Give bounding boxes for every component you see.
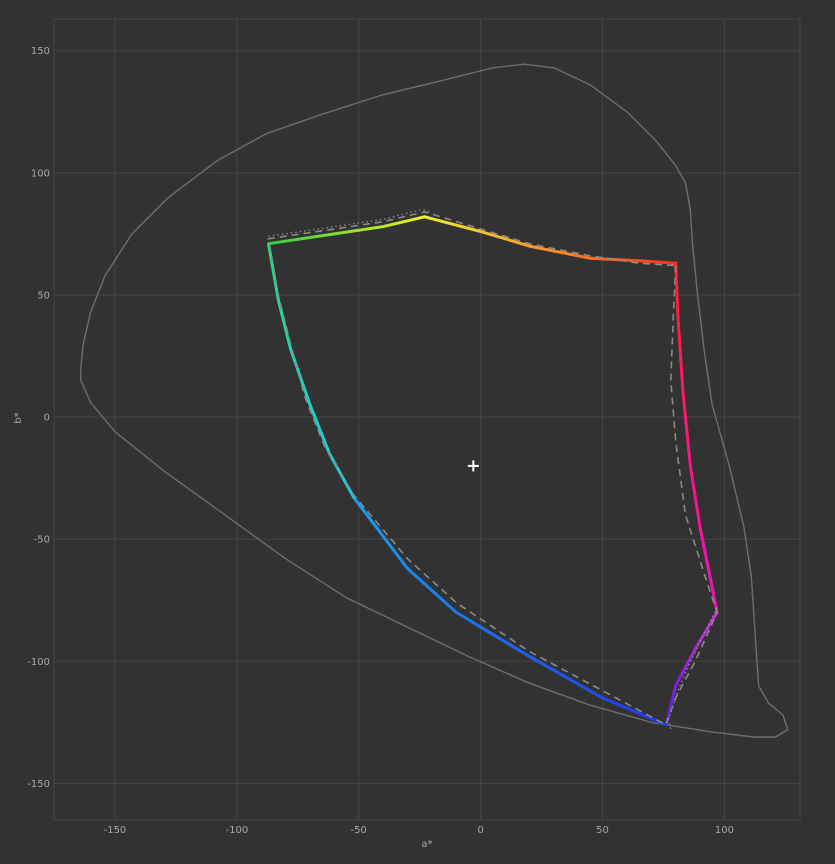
gamut-edge-segment — [267, 215, 427, 246]
y-tick-label: 50 — [37, 290, 50, 301]
x-tick-label: -150 — [104, 825, 127, 836]
x-tick-label: 100 — [715, 825, 734, 836]
y-axis-label: b* — [13, 412, 24, 423]
x-axis-label: a* — [421, 839, 432, 850]
y-tick-label: -150 — [27, 779, 50, 790]
spectral-locus-line — [80, 63, 789, 738]
tick-labels: -150 -100 -50 0 50 100 150 100 50 0 -50 -100 -150 — [27, 46, 734, 836]
grid — [53, 18, 801, 821]
white-point-marker — [467, 460, 479, 472]
plot-frame — [53, 18, 801, 821]
gamut-chart: -150 -100 -50 0 50 100 150 100 50 0 -50 -100 -150 a*… — [13, 18, 801, 850]
y-tick-label: 0 — [44, 413, 50, 424]
y-tick-label: 150 — [31, 46, 50, 57]
gamut-edge-segment — [674, 261, 719, 614]
x-tick-label: 0 — [477, 825, 483, 836]
y-tick-label: -100 — [27, 657, 50, 668]
x-tick-label: 50 — [596, 825, 609, 836]
x-tick-label: -100 — [225, 825, 248, 836]
reference-gamut-line — [267, 211, 718, 726]
series-layer — [80, 63, 789, 738]
marker-layer — [467, 460, 479, 472]
y-tick-label: 100 — [31, 168, 50, 179]
x-tick-label: -50 — [351, 825, 367, 836]
y-tick-label: -50 — [34, 535, 50, 546]
gamut-edge-segment — [352, 496, 668, 727]
gamut-edge-segment — [267, 242, 356, 500]
